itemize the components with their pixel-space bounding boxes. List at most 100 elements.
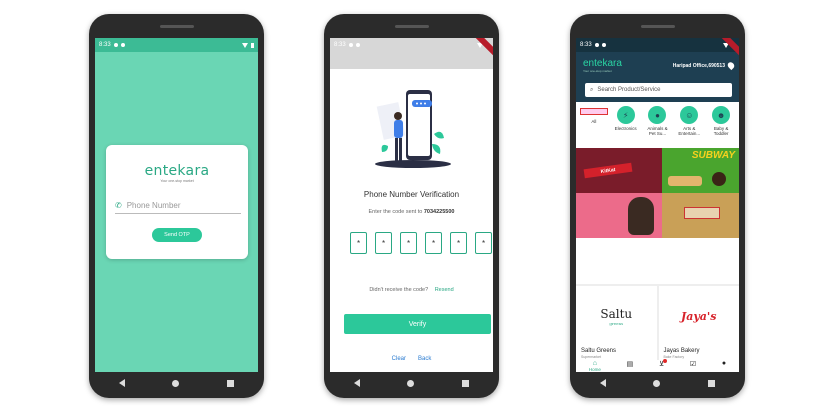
home-circle-icon[interactable] (653, 379, 661, 387)
otp-digit-4[interactable]: * (425, 232, 442, 254)
android-nav-bar (330, 372, 493, 394)
otp-digit-3[interactable]: * (400, 232, 417, 254)
back-button[interactable]: Back (418, 356, 431, 362)
kitkat-bar: KitKat (583, 162, 633, 179)
brand-tagline: Your one-stop market (160, 179, 194, 183)
shop-type: Supermarket (581, 355, 602, 359)
profile-icon: ● (721, 360, 727, 367)
category-electronics[interactable]: ⚡ Electronics (612, 106, 640, 142)
notification-icon (355, 43, 360, 47)
tab-home[interactable]: ⌂ Home (589, 360, 601, 372)
back-icon[interactable] (599, 379, 606, 387)
category-baby-toddler[interactable]: ☻ Baby & Toddler (707, 106, 735, 142)
back-icon[interactable] (118, 379, 125, 387)
category-animals-pets[interactable]: ● Animals & Pet Su... (643, 106, 671, 142)
kitkat-banner[interactable]: KitKat (576, 148, 662, 193)
saltu-logo-text: Saltu (600, 306, 633, 321)
home-screen: 8:33 entekara Your one-stop market Harip… (576, 38, 739, 372)
phone-speaker (640, 25, 675, 28)
category-all[interactable]: All (579, 106, 608, 142)
resend-row: Didn't receive the code? Resend (330, 287, 493, 293)
snack-banner[interactable] (576, 193, 662, 238)
otp-digit-1[interactable]: * (350, 232, 367, 254)
shop-logo: Jaya's (659, 286, 740, 346)
bottom-tab-bar: ⌂ Home ▤ ⊻ ☑ ● (576, 359, 739, 372)
otp-digit-6[interactable]: * (475, 232, 492, 254)
shop-name: Jayas Bakery (663, 348, 700, 354)
app-header: 8:33 entekara Your one-stop market Harip… (576, 38, 739, 102)
tab-cart[interactable]: ⊻ (659, 359, 668, 368)
cart-badge (663, 359, 668, 363)
brand-name: entekara (144, 163, 210, 179)
verify-button[interactable]: Verify (344, 314, 491, 334)
sandwich-image (668, 176, 702, 186)
recents-icon[interactable] (708, 379, 716, 387)
all-banner-icon (579, 108, 608, 115)
shop-type: Bake Factory (663, 355, 685, 359)
swiss-roll-banner[interactable] (662, 193, 739, 238)
shop-card-jayas[interactable]: Jaya's Jayas Bakery Bake Factory (658, 286, 740, 362)
status-bar: 8:33 (330, 38, 493, 52)
notification-icon (601, 43, 606, 47)
search-input[interactable]: ⌕ Search Product/Service (585, 83, 732, 97)
otp-digit-2[interactable]: * (375, 232, 392, 254)
app-screens-showcase: 8:33 entekara Your one-stop market ✆ Pho… (0, 0, 832, 406)
tab-stores[interactable]: ▤ (627, 360, 634, 368)
category-strip: All ⚡ Electronics ● Animals & Pet Su... … (576, 104, 739, 144)
baby-icon: ☻ (712, 106, 731, 124)
cookie-image (712, 172, 726, 186)
phone-speaker (394, 25, 429, 28)
home-circle-icon[interactable] (407, 379, 415, 387)
verification-title: Phone Number Verification (363, 190, 460, 199)
category-label: All (591, 119, 597, 124)
subtitle-text: Enter the code sent to (368, 209, 423, 215)
brand-name: entekara (583, 58, 622, 69)
person-image (628, 197, 654, 235)
category-label: Arts & Entertain... (678, 126, 701, 136)
shop-list: Saltu greens Saltu Greens Supermarket Ja… (576, 284, 739, 362)
recents-icon[interactable] (462, 379, 470, 387)
category-label: Animals & Pet Su... (647, 126, 668, 136)
brand-tagline: Your one-stop market (583, 69, 612, 73)
login-screen: 8:33 entekara Your one-stop market ✆ Pho… (95, 38, 258, 372)
location-selector[interactable]: Haripad Office,690513 (673, 60, 736, 71)
android-nav-bar (576, 372, 739, 394)
status-bar: 8:33 (576, 38, 739, 52)
android-nav-bar (95, 372, 258, 394)
phone-number-input[interactable]: ✆ Phone Number (115, 197, 241, 214)
status-time: 8:33 (334, 42, 346, 48)
subway-logo: SUBWAY (691, 150, 735, 161)
wifi-icon (242, 42, 248, 48)
paw-icon: ● (648, 106, 667, 124)
category-label: Electronics (614, 126, 637, 131)
search-placeholder: Search Product/Service (597, 87, 661, 93)
saltu-logo-sub: greens (609, 320, 624, 326)
recents-icon[interactable] (227, 379, 235, 387)
shop-name: Saltu Greens (581, 348, 617, 354)
home-icon: ⌂ (592, 360, 597, 367)
brand-logo: entekara Your one-stop market (106, 163, 248, 183)
notification-icon (120, 43, 125, 47)
phone-login: 8:33 entekara Your one-stop market ✆ Pho… (89, 14, 264, 398)
send-otp-button[interactable]: Send OTP (152, 228, 202, 242)
phone-number-placeholder: Phone Number (126, 200, 181, 210)
header-row: entekara Your one-stop market Haripad Of… (576, 52, 739, 73)
tab-orders[interactable]: ☑ (690, 360, 696, 368)
back-icon[interactable] (353, 379, 360, 387)
category-label: Baby & Toddler (713, 126, 729, 136)
status-bar: 8:33 (95, 38, 258, 52)
status-time: 8:33 (99, 42, 111, 48)
shop-logo: Saltu greens (576, 286, 657, 346)
tab-profile[interactable]: ● (722, 360, 726, 367)
subway-banner[interactable]: SUBWAY (662, 148, 739, 193)
shop-card-saltu[interactable]: Saltu greens Saltu Greens Supermarket (576, 286, 657, 362)
search-icon: ⌕ (590, 86, 594, 93)
promo-banner-grid: KitKat SUBWAY (576, 148, 739, 238)
verification-screen: 8:33 Phone Number Verification Enter the… (330, 38, 493, 372)
resend-link[interactable]: Resend (435, 287, 454, 293)
category-arts-entertainment[interactable]: ☺ Arts & Entertain... (675, 106, 703, 142)
plug-icon: ⚡ (616, 106, 635, 124)
clear-button[interactable]: Clear (392, 356, 406, 362)
otp-digit-5[interactable]: * (450, 232, 467, 254)
home-circle-icon[interactable] (172, 379, 180, 387)
